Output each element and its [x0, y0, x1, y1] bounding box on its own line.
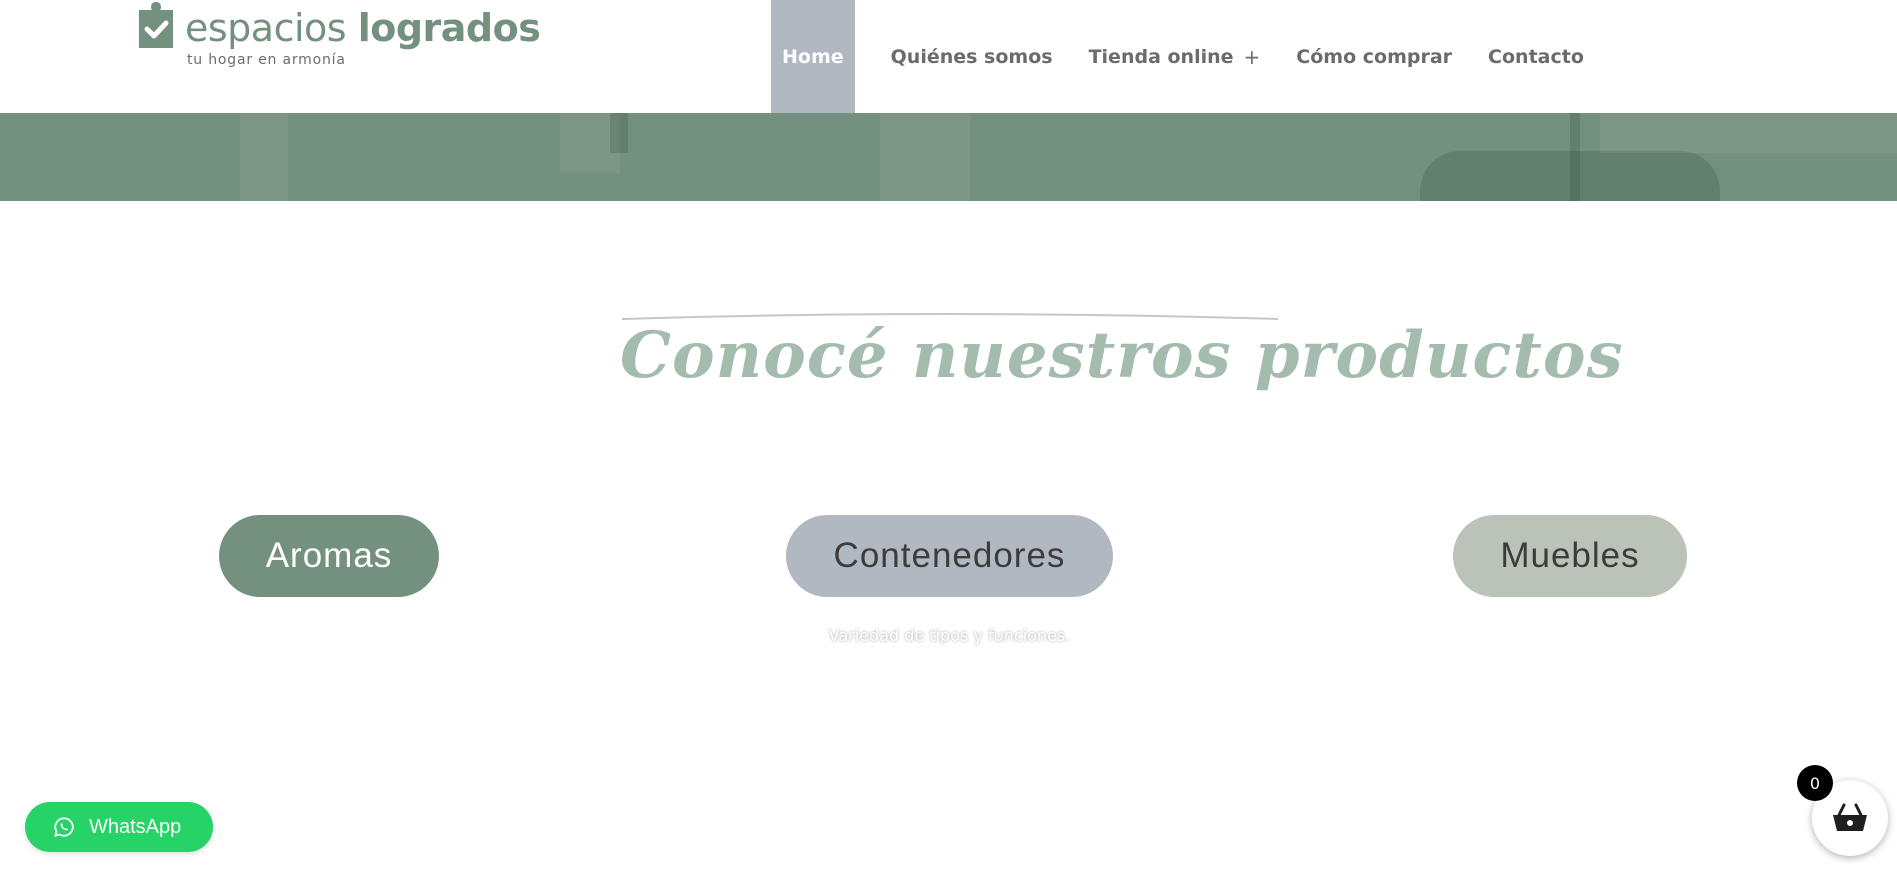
nav-quienes-somos[interactable]: Quiénes somos: [891, 0, 1053, 113]
category-aromas-button[interactable]: Aromas: [219, 515, 439, 597]
nav-contacto[interactable]: Contacto: [1488, 0, 1584, 113]
logo-word-light: espacios: [185, 6, 347, 50]
nav-home[interactable]: Home: [771, 0, 855, 113]
category-muebles-button[interactable]: Muebles: [1453, 515, 1687, 597]
logo-word-bold: logrados: [357, 6, 541, 50]
whatsapp-icon: [54, 817, 74, 837]
section-heading: Conocé nuestros productos: [620, 318, 1624, 393]
submenu-plus-icon[interactable]: +: [1244, 45, 1261, 69]
location-check-icon: [139, 2, 173, 48]
site-logo[interactable]: espacios logrados tu hogar en armonía: [137, 0, 541, 72]
logo-tagline: tu hogar en armonía: [187, 52, 346, 68]
whatsapp-button[interactable]: WhatsApp: [25, 802, 213, 852]
nav-tienda-online-label: Tienda online: [1088, 45, 1234, 68]
category-contenedores-subtext: Variedad de tipos y funciones.: [828, 626, 1071, 645]
nav-tienda-online[interactable]: Tienda online +: [1089, 0, 1261, 113]
basket-icon: [1833, 803, 1867, 831]
hero-banner-image: [0, 113, 1897, 201]
cart-count-badge: 0: [1797, 765, 1833, 801]
site-header: espacios logrados tu hogar en armonía Ho…: [0, 0, 1897, 113]
nav-como-comprar[interactable]: Cómo comprar: [1296, 0, 1452, 113]
category-contenedores-button[interactable]: Contenedores: [786, 515, 1113, 597]
logo-wordmark: espacios logrados: [185, 6, 541, 50]
main-nav: Home Quiénes somos Tienda online + Cómo …: [771, 0, 1584, 113]
whatsapp-label: WhatsApp: [89, 815, 182, 838]
